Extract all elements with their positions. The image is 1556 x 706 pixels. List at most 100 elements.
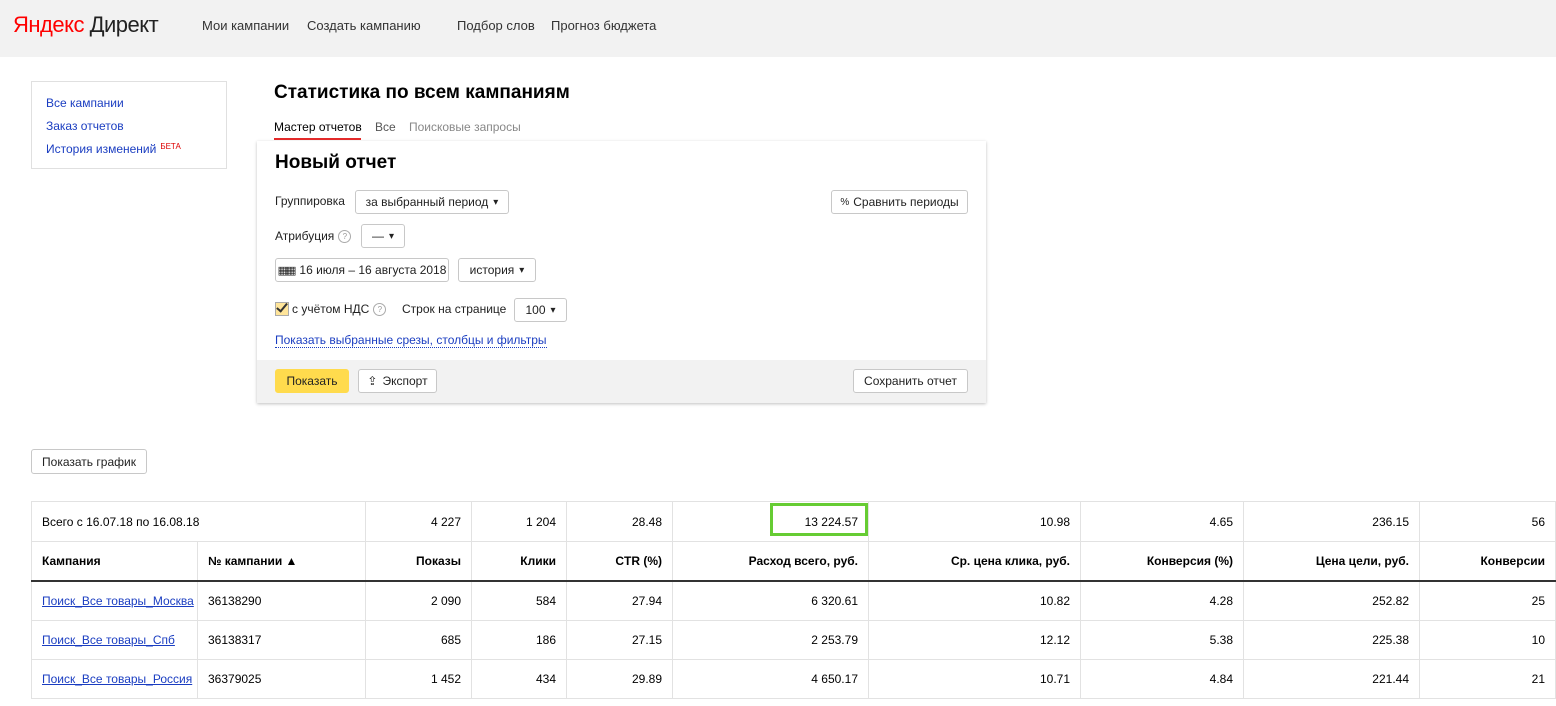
ctr-cell: 27.94 [566,580,673,621]
campaign-link[interactable]: Поиск_Все товары_Москва [42,594,194,608]
spend-cell: 4 650.17 [672,659,869,699]
totals-impressions: 4 227 [365,501,472,542]
cpa-cell: 225.38 [1243,620,1420,660]
totals-label: Всего с 16.07.18 по 16.08.18 [31,501,366,542]
conversion-rate-cell: 4.84 [1080,659,1244,699]
impressions-cell: 2 090 [365,580,472,621]
show-chart-button[interactable]: Показать график [31,449,147,474]
export-icon: ⇪ [367,374,378,388]
column-header-conversions[interactable]: Конверсии [1419,541,1556,582]
column-header-clicks[interactable]: Клики [471,541,567,582]
table-row: Поиск_Все товары_Спб 36138317 685 186 27… [31,620,1556,660]
period-preset-select[interactable]: история ▾ [458,258,536,282]
chevron-down-icon: ▾ [519,264,525,276]
conversion-rate-cell: 4.28 [1080,580,1244,621]
cpc-cell: 12.12 [868,620,1081,660]
totals-clicks: 1 204 [471,501,567,542]
chevron-down-icon: ▾ [388,230,395,242]
column-header-ctr[interactable]: CTR (%) [566,541,673,582]
column-header-conversion-rate[interactable]: Конверсия (%) [1080,541,1244,582]
show-button[interactable]: Показать [275,369,349,393]
attribution-value: — [371,229,384,243]
nav-keyword-planner[interactable]: Подбор слов [457,18,535,33]
vat-label: с учётом НДС? [292,302,387,317]
sidebar: Все кампании Заказ отчетов История измен… [31,81,227,169]
top-header: Яндекс Директ Мои кампании Создать кампа… [0,0,1556,57]
compare-periods-button[interactable]: % Сравнить периоды [831,190,968,214]
campaign-link[interactable]: Поиск_Все товары_Спб [42,633,175,647]
tab-report-wizard[interactable]: Мастер отчетов [274,120,362,134]
rows-per-page-label: Строк на странице [402,302,507,316]
grouping-label: Группировка [275,194,345,208]
report-panel: Новый отчет Группировка за выбранный пер… [257,141,986,403]
column-header-spend[interactable]: Расход всего, руб. [672,541,869,582]
attribution-select[interactable]: — ▾ [361,224,405,248]
clicks-cell: 434 [471,659,567,699]
stats-table: Всего с 16.07.18 по 16.08.18 4 227 1 204… [31,501,1556,699]
totals-row: Всего с 16.07.18 по 16.08.18 4 227 1 204… [31,501,1556,542]
active-tab-underline [274,138,361,140]
spend-cell: 2 253.79 [672,620,869,660]
ctr-cell: 27.15 [566,620,673,660]
table-header-row: Кампания № кампании ▲ Показы Клики CTR (… [31,541,1556,582]
help-icon[interactable]: ? [373,303,387,317]
totals-spend: 13 224.57 [672,501,869,542]
campaign-id: 36379025 [197,659,366,699]
column-header-cpc[interactable]: Ср. цена клика, руб. [868,541,1081,582]
sidebar-item-label: История изменений [46,142,157,156]
totals-ctr: 28.48 [566,501,673,542]
yandex-direct-logo[interactable]: Яндекс Директ [13,12,159,38]
date-range-picker[interactable]: ▦▦ 16 июля – 16 августа 2018 [275,258,449,282]
column-header-campaign-id[interactable]: № кампании ▲ [197,541,366,582]
cpc-cell: 10.71 [868,659,1081,699]
spend-cell: 6 320.61 [672,580,869,621]
totals-cpa: 236.15 [1243,501,1420,542]
export-label: Экспорт [382,374,428,388]
save-report-button[interactable]: Сохранить отчет [853,369,968,393]
table-row: Поиск_Все товары_Россия 36379025 1 452 4… [31,659,1556,699]
clicks-cell: 584 [471,580,567,621]
column-header-impressions[interactable]: Показы [365,541,472,582]
sidebar-item-report-orders[interactable]: Заказ отчетов [46,119,124,133]
nav-create-campaign[interactable]: Создать кампанию [307,18,421,33]
column-header-campaign[interactable]: Кампания [31,541,198,582]
column-header-cpa[interactable]: Цена цели, руб. [1243,541,1420,582]
impressions-cell: 685 [365,620,472,660]
logo-yandex: Яндекс [13,12,84,37]
attribution-label: Атрибуция? [275,229,352,244]
page-title: Статистика по всем кампаниям [274,82,570,103]
sidebar-item-all-campaigns[interactable]: Все кампании [46,96,124,110]
percent-icon: % [840,196,850,208]
cpa-cell: 221.44 [1243,659,1420,699]
impressions-cell: 1 452 [365,659,472,699]
campaign-id: 36138290 [197,580,366,621]
cpa-cell: 252.82 [1243,580,1420,621]
clicks-cell: 186 [471,620,567,660]
period-preset-value: история [469,263,515,277]
grouping-value: за выбранный период [365,195,489,209]
chevron-down-icon: ▾ [493,196,499,208]
table-row: Поиск_Все товары_Москва 36138290 2 090 5… [31,580,1556,621]
conversion-rate-cell: 5.38 [1080,620,1244,660]
sidebar-item-change-history[interactable]: История изменений БЕТА [46,142,181,156]
rows-per-page-select[interactable]: 100 ▾ [514,298,567,322]
grouping-select[interactable]: за выбранный период ▾ [355,190,509,214]
show-filters-link[interactable]: Показать выбранные срезы, столбцы и филь… [275,333,547,348]
report-title: Новый отчет [275,152,397,173]
date-range-value: 16 июля – 16 августа 2018 [299,263,447,277]
campaign-link[interactable]: Поиск_Все товары_Россия [42,672,192,686]
beta-badge: БЕТА [160,142,181,151]
tab-all[interactable]: Все [375,120,396,134]
logo-direct: Директ [89,12,159,37]
compare-periods-label: Сравнить периоды [853,195,959,209]
conversions-cell: 21 [1419,659,1556,699]
vat-text: с учётом НДС [292,302,370,316]
tab-search-queries[interactable]: Поисковые запросы [409,120,521,134]
cpc-cell: 10.82 [868,580,1081,621]
help-icon[interactable]: ? [338,230,352,244]
vat-checkbox[interactable] [275,302,289,316]
export-button[interactable]: ⇪ Экспорт [358,369,437,393]
nav-my-campaigns[interactable]: Мои кампании [202,18,289,33]
nav-budget-forecast[interactable]: Прогноз бюджета [551,18,656,33]
rows-per-page-value: 100 [525,303,546,317]
